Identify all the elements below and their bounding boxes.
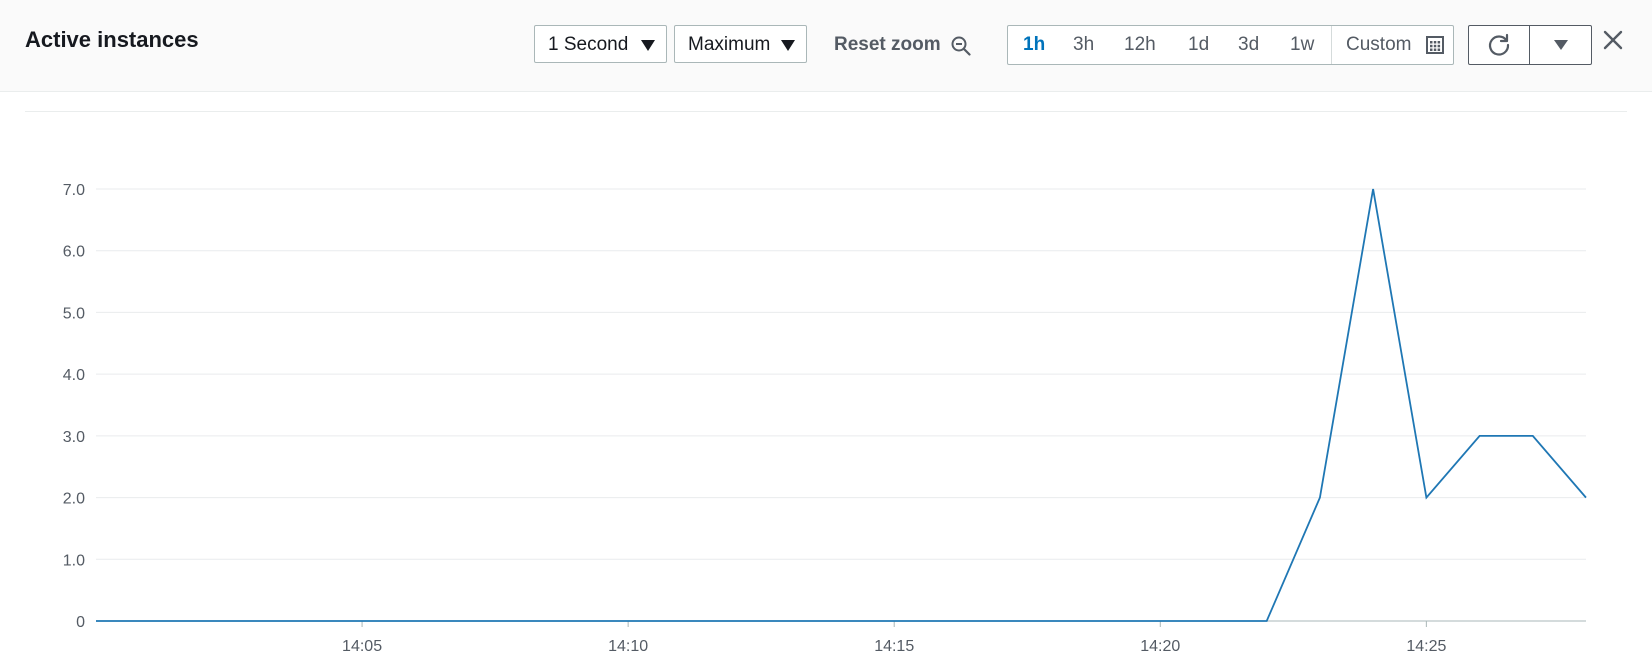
series-line <box>96 188 1587 622</box>
y-tick-label: 0 <box>76 614 85 631</box>
y-tick-label: 2.0 <box>63 491 85 508</box>
y-tick-label: 7.0 <box>63 182 85 199</box>
y-tick-label: 6.0 <box>63 244 85 261</box>
x-tick-label: 14:15 <box>874 638 914 655</box>
x-tick-label: 14:10 <box>608 638 648 655</box>
x-tick-label: 14:25 <box>1406 638 1446 655</box>
x-tick-label: 14:05 <box>342 638 382 655</box>
x-tick-label: 14:20 <box>1140 638 1180 655</box>
y-tick-label: 3.0 <box>63 429 85 446</box>
y-tick-label: 5.0 <box>63 305 85 322</box>
y-tick-label: 4.0 <box>63 367 85 384</box>
y-tick-label: 1.0 <box>63 552 85 569</box>
line-chart: 0 1.0 2.0 3.0 4.0 5.0 6.0 7.0 14:05 14:10 14:15 14:… <box>63 182 1587 655</box>
